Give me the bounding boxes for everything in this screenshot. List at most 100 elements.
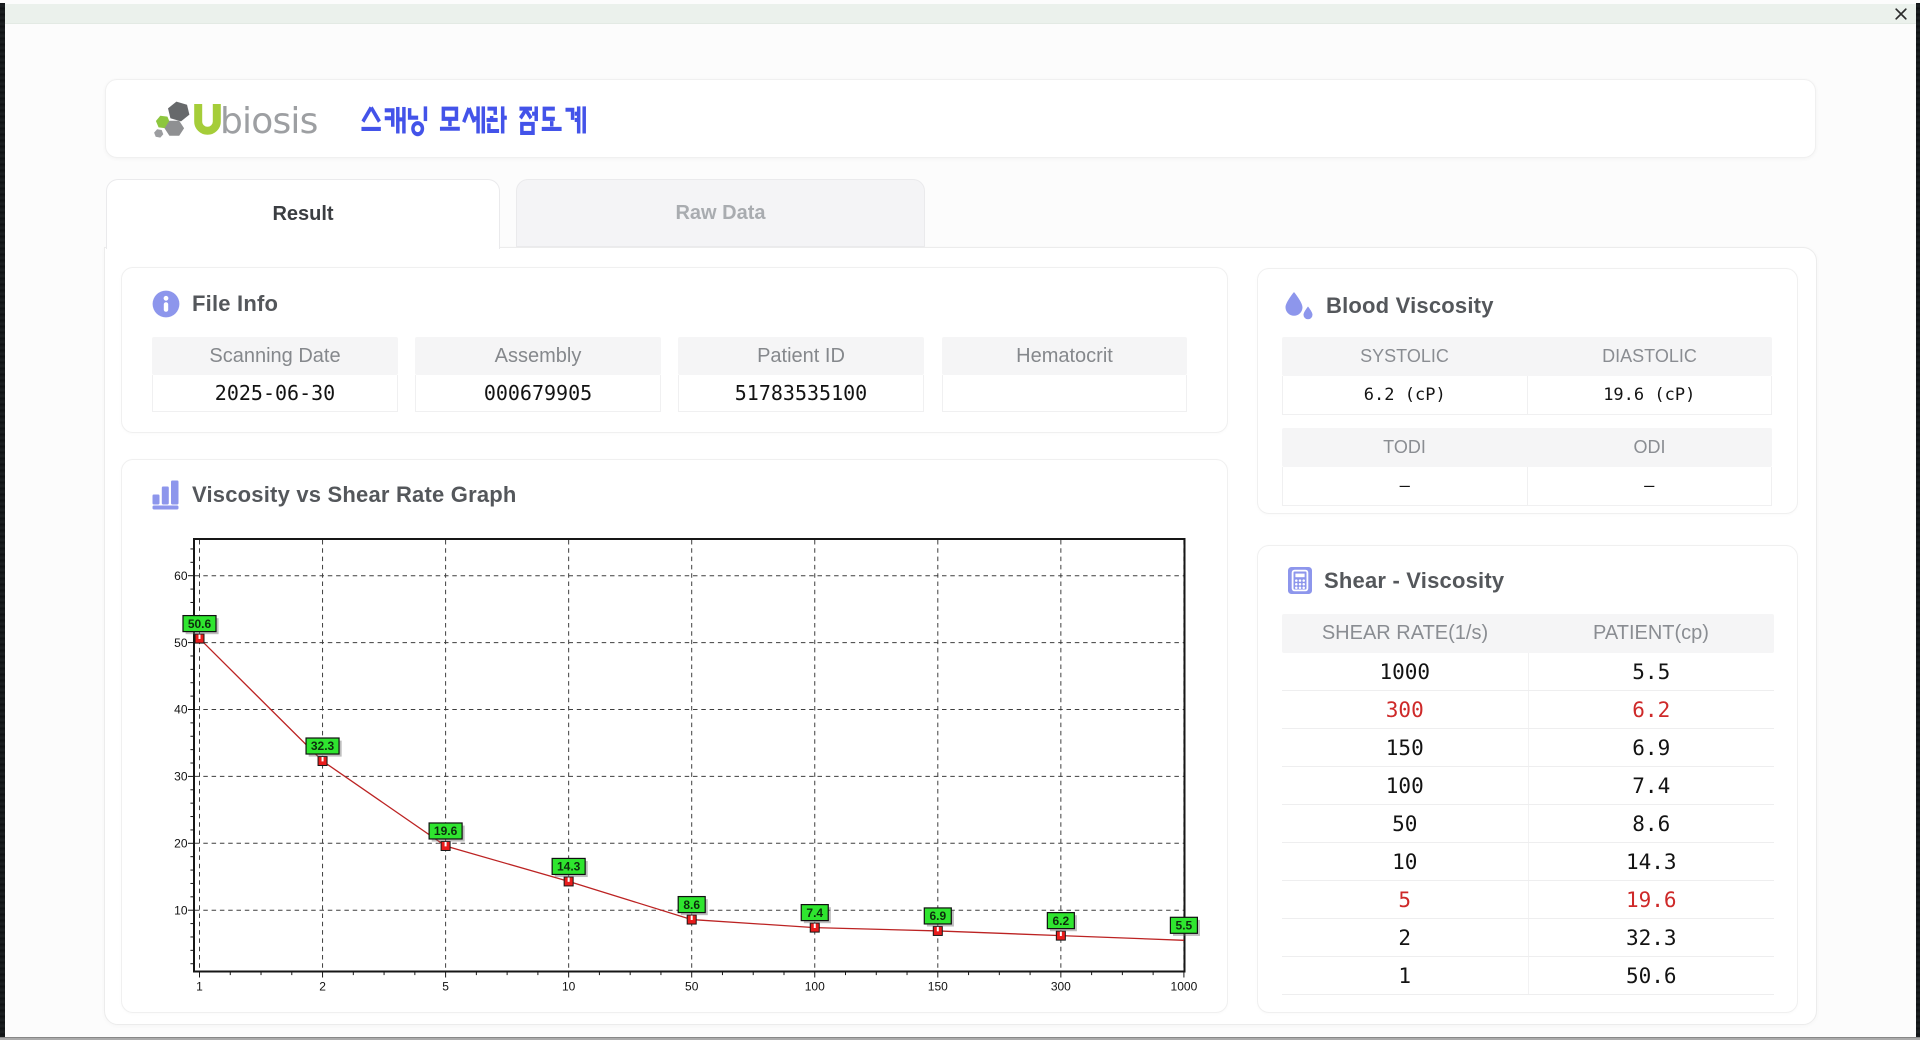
table-row: 10 14.3 [1282, 843, 1774, 881]
svg-text:30: 30 [174, 770, 188, 784]
info-icon [152, 290, 180, 318]
table-row: 300 6.2 [1282, 691, 1774, 729]
patient-cell: 8.6 [1632, 811, 1671, 836]
file-info-field-assembly: Assembly 000679905 [415, 337, 661, 412]
field-label: Patient ID [678, 337, 924, 375]
shear-rate-cell: 100 [1282, 767, 1529, 804]
desktop-edge-right [1916, 3, 1920, 1037]
svg-text:10: 10 [174, 903, 188, 917]
svg-text:40: 40 [174, 703, 188, 717]
svg-text:6.9: 6.9 [929, 909, 946, 923]
table-row: 50 8.6 [1282, 805, 1774, 843]
svg-text:6.2: 6.2 [1053, 914, 1070, 928]
shear-viscosity-title: Shear - Viscosity [1324, 567, 1505, 593]
svg-text:7.4: 7.4 [806, 906, 823, 920]
app-title-korean [361, 106, 586, 137]
svg-text:14.3: 14.3 [557, 860, 581, 874]
field-label: Scanning Date [152, 337, 398, 375]
field-value: 000679905 [415, 375, 661, 412]
svg-text:5.5: 5.5 [1176, 919, 1193, 933]
svg-text:biosis: biosis [220, 101, 318, 142]
svg-text:50: 50 [685, 980, 699, 994]
tab-raw-data[interactable]: Raw Data [516, 179, 925, 247]
table-row: 150 6.9 [1282, 729, 1774, 767]
column-header: SYSTOLIC [1360, 346, 1449, 366]
column-header: PATIENT(cp) [1593, 622, 1709, 644]
column-header: TODI [1383, 437, 1426, 457]
column-header: ODI [1633, 437, 1666, 457]
value-cell: 19.6 (cP) [1603, 385, 1696, 405]
tab-raw-data-label: Raw Data [675, 201, 766, 224]
table-row: 1 50.6 [1282, 957, 1774, 995]
shear-rate-cell: 2 [1282, 919, 1529, 956]
window-titlebar [5, 4, 1916, 24]
shear-rate-cell: 1 [1282, 957, 1529, 994]
shear-rate-cell: 5 [1282, 881, 1529, 918]
shear-rate-cell: 50 [1282, 805, 1529, 842]
svg-text:8.6: 8.6 [683, 898, 700, 912]
svg-text:19.6: 19.6 [434, 824, 458, 838]
viscosity-graph-card: Viscosity vs Shear Rate Graph 1 2 5 10 50 100… [121, 459, 1228, 1013]
patient-cell: 7.4 [1632, 773, 1671, 798]
patient-cell: 5.5 [1632, 659, 1671, 684]
blood-viscosity-title: Blood Viscosity [1326, 293, 1494, 318]
field-label: Assembly [415, 337, 661, 375]
ubiosis-logo: biosis [154, 101, 318, 142]
svg-text:20: 20 [174, 837, 188, 851]
file-info-field-hematocrit: Hematocrit [942, 337, 1187, 412]
patient-cell: 14.3 [1625, 849, 1677, 874]
desktop-edge-left [0, 3, 5, 1037]
svg-text:10: 10 [562, 980, 576, 994]
patient-cell: 6.9 [1632, 735, 1671, 760]
result-panel: File Info Scanning Date 2025-06-30 Assembl… [104, 247, 1817, 1025]
column-header: DIASTOLIC [1602, 346, 1697, 366]
value-cell: – [1644, 476, 1655, 496]
table-row: 2 32.3 [1282, 919, 1774, 957]
file-info-title: File Info [192, 291, 279, 316]
patient-cell: 19.6 [1625, 887, 1677, 912]
svg-text:60: 60 [174, 569, 188, 583]
file-info-card: File Info Scanning Date 2025-06-30 Assembl… [121, 267, 1228, 433]
shear-rate-cell: 1000 [1282, 653, 1529, 690]
blood-viscosity-table-1: TODI ODI – – [1282, 428, 1772, 506]
patient-cell: 6.2 [1632, 697, 1671, 722]
shear-rate-cell: 300 [1282, 691, 1529, 728]
calculator-icon [1288, 567, 1312, 594]
svg-text:150: 150 [928, 980, 948, 994]
x-axis-labels: 1 2 5 10 50 100 150 300 1000 [196, 980, 1197, 994]
svg-text:2: 2 [319, 980, 326, 994]
svg-text:5: 5 [442, 980, 449, 994]
value-cell: 6.2 (cP) [1283, 376, 1528, 414]
table-row: 5 19.6 [1282, 881, 1774, 919]
shear-viscosity-card: Shear - Viscosity SHEAR RATE(1/s) PATIENT… [1257, 545, 1798, 1013]
blood-viscosity-card: Blood Viscosity SYSTOLIC DIASTOLIC 6.2 (cP… [1257, 268, 1798, 514]
blood-drops-icon [1285, 292, 1313, 320]
svg-text:50.6: 50.6 [188, 617, 212, 631]
svg-text:1000: 1000 [1171, 980, 1198, 994]
field-value: 51783535100 [678, 375, 924, 412]
svg-text:50: 50 [174, 636, 188, 650]
svg-text:100: 100 [805, 980, 825, 994]
file-info-field-patient-id: Patient ID 51783535100 [678, 337, 924, 412]
value-cell: – [1283, 467, 1528, 505]
svg-text:32.3: 32.3 [311, 739, 335, 753]
tab-result-label: Result [272, 203, 334, 225]
blood-viscosity-table-0: SYSTOLIC DIASTOLIC 6.2 (cP) 19.6 (cP) [1282, 337, 1772, 415]
table-row: 100 7.4 [1282, 767, 1774, 805]
shear-rate-cell: 150 [1282, 729, 1529, 766]
column-header: SHEAR RATE(1/s) [1321, 622, 1489, 644]
app-title-korean-text: 스캐닝 모세관 점도계 [106, 80, 107, 81]
svg-text:300: 300 [1051, 980, 1071, 994]
file-info-field-scanning-date: Scanning Date 2025-06-30 [152, 337, 398, 412]
close-icon[interactable] [1894, 7, 1908, 21]
field-label: Hematocrit [942, 337, 1187, 375]
viscosity-chart: 1 2 5 10 50 100 150 300 1000 10 20 30 40 50 60 50.6 32.3… [174, 538, 1200, 994]
app-header: biosis 스캐닝 모세관 점도계 [105, 79, 1816, 158]
field-value [942, 375, 1187, 412]
field-value: 2025-06-30 [152, 375, 398, 412]
svg-text:1: 1 [196, 980, 203, 994]
tab-result[interactable]: Result [106, 179, 500, 249]
shear-rate-cell: 10 [1282, 843, 1529, 880]
patient-cell: 50.6 [1625, 963, 1677, 988]
patient-cell: 32.3 [1625, 925, 1677, 950]
